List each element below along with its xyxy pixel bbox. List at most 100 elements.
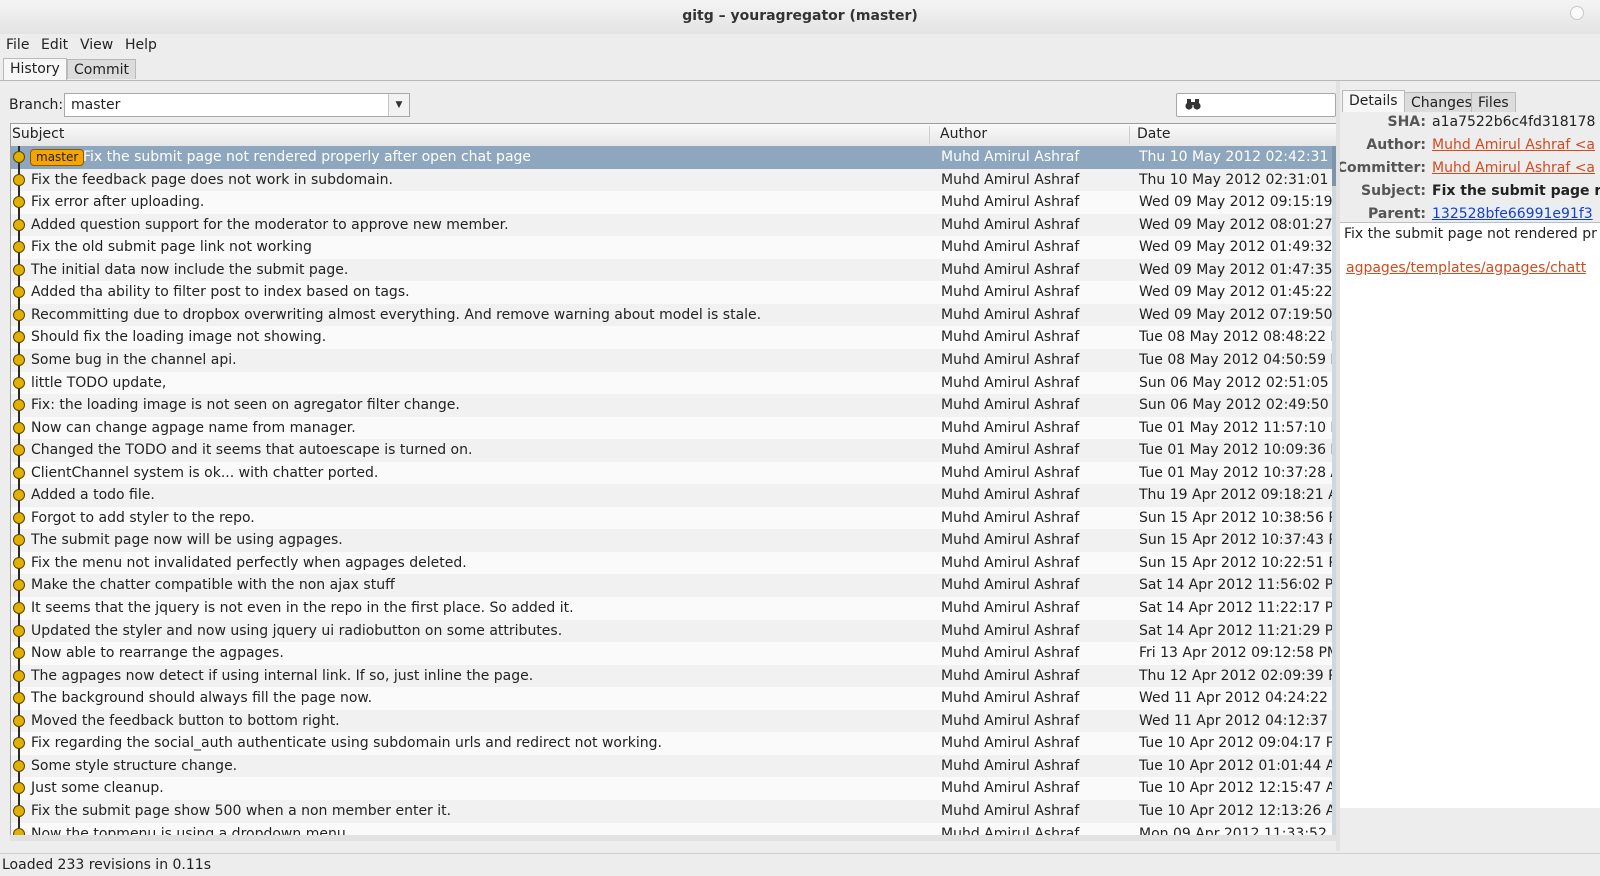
commit-subject: Added a todo file. bbox=[31, 487, 155, 504]
author-link[interactable]: Muhd Amirul Ashraf <a bbox=[1432, 137, 1595, 153]
commit-date: Tue 01 May 2012 10:09:36 PM bbox=[1139, 442, 1337, 459]
table-row[interactable]: The background should always fill the pa… bbox=[11, 687, 1337, 711]
menu-help[interactable]: Help bbox=[125, 37, 157, 53]
menu-edit[interactable]: Edit bbox=[41, 37, 68, 53]
commit-dot-icon bbox=[13, 669, 25, 682]
column-divider[interactable] bbox=[1129, 126, 1130, 144]
subject-label: Subject: bbox=[1361, 183, 1426, 199]
table-row[interactable]: Some bug in the channel api. Muhd Amirul … bbox=[11, 348, 1337, 372]
commit-dot-icon bbox=[13, 444, 25, 457]
commit-subject: Fix the menu not invalidated perfectly w… bbox=[31, 554, 467, 571]
window-close-button[interactable] bbox=[1570, 6, 1584, 20]
commit-date: Wed 09 May 2012 01:49:32 PM bbox=[1139, 239, 1337, 256]
table-row[interactable]: Some style structure change. Muhd Amirul … bbox=[11, 754, 1337, 778]
commit-date: Tue 10 Apr 2012 09:04:17 PM bbox=[1139, 735, 1337, 752]
commit-author: Muhd Amirul Ashraf bbox=[941, 802, 1080, 819]
table-row[interactable]: Now can change agpage name from manager.… bbox=[11, 416, 1337, 440]
commit-author: Muhd Amirul Ashraf bbox=[941, 667, 1080, 684]
commit-subject: Fix the submit page not rendered properl… bbox=[83, 149, 532, 165]
committer-link[interactable]: Muhd Amirul Ashraf <a bbox=[1432, 160, 1595, 176]
commit-author: Muhd Amirul Ashraf bbox=[941, 442, 1080, 459]
table-row[interactable]: Changed the TODO and it seems that autoe… bbox=[11, 439, 1337, 463]
commit-author: Muhd Amirul Ashraf bbox=[941, 600, 1080, 616]
column-header-author[interactable]: Author bbox=[940, 126, 987, 142]
column-header-subject[interactable]: Subject bbox=[12, 126, 64, 142]
commit-dot-icon bbox=[13, 624, 25, 637]
commit-subject: Fix the submit page show 500 when a non … bbox=[31, 802, 452, 819]
table-row[interactable]: Just some cleanup. Muhd Amirul Ashraf Tue … bbox=[11, 777, 1337, 801]
commit-dot-icon bbox=[13, 241, 25, 254]
table-row[interactable]: Fix error after uploading. Muhd Amirul As… bbox=[11, 191, 1337, 215]
menu-file[interactable]: File bbox=[6, 37, 29, 53]
table-row[interactable]: Added question support for the moderator… bbox=[11, 213, 1337, 237]
menu-view[interactable]: View bbox=[80, 37, 113, 53]
commit-subject: Fix: the loading image is not seen on ag… bbox=[31, 397, 460, 414]
subject-row: Subject: Fix the submit page r bbox=[1340, 181, 1600, 203]
table-row[interactable]: Added a todo file. Muhd Amirul Ashraf Thu … bbox=[11, 484, 1337, 508]
commit-author: Muhd Amirul Ashraf bbox=[941, 374, 1080, 391]
table-row[interactable]: master Fix the submit page not rendered p… bbox=[11, 146, 1337, 169]
table-row[interactable]: Forgot to add styler to the repo. Muhd Am… bbox=[11, 506, 1337, 530]
commit-subject: Recommitting due to dropbox overwriting … bbox=[31, 306, 762, 323]
tab-files[interactable]: Files bbox=[1471, 92, 1516, 113]
commit-dot-icon bbox=[13, 782, 25, 795]
commit-date: Sun 15 Apr 2012 10:22:51 PM bbox=[1139, 554, 1337, 571]
commit-date: Sun 06 May 2012 02:49:50 AM bbox=[1139, 397, 1337, 414]
table-row[interactable]: Fix the old submit page link not working… bbox=[11, 236, 1337, 260]
commit-dot-icon bbox=[13, 331, 25, 344]
table-row[interactable]: Make the chatter compatible with the non… bbox=[11, 574, 1337, 598]
table-row[interactable]: Recommitting due to dropbox overwriting … bbox=[11, 303, 1337, 327]
changed-file-link[interactable]: agpages/templates/agpages/chatt bbox=[1346, 260, 1586, 276]
commit-author: Muhd Amirul Ashraf bbox=[941, 622, 1080, 639]
column-divider[interactable] bbox=[929, 126, 930, 144]
table-row[interactable]: Fix the feedback page does not work in s… bbox=[11, 168, 1337, 192]
commit-date: Thu 19 Apr 2012 09:18:21 AM bbox=[1139, 487, 1337, 504]
tab-history[interactable]: History bbox=[3, 58, 67, 80]
table-row[interactable]: little TODO update, Muhd Amirul Ashraf Sun… bbox=[11, 371, 1337, 395]
table-row[interactable]: Fix the submit page show 500 when a non … bbox=[11, 799, 1337, 823]
table-row[interactable]: Fix: the loading image is not seen on ag… bbox=[11, 394, 1337, 418]
table-row[interactable]: Now able to rearrange the agpages. Muhd A… bbox=[11, 642, 1337, 666]
commit-author: Muhd Amirul Ashraf bbox=[941, 532, 1080, 549]
tab-commit[interactable]: Commit bbox=[67, 59, 136, 79]
table-row[interactable]: Updated the styler and now using jquery … bbox=[11, 619, 1337, 643]
table-row[interactable]: Now the topmenu is using a dropdown menu… bbox=[11, 822, 1337, 836]
table-row[interactable]: Fix regarding the social_auth authentica… bbox=[11, 732, 1337, 756]
table-row[interactable]: Moved the feedback button to bottom righ… bbox=[11, 709, 1337, 733]
commit-subject: Make the chatter compatible with the non… bbox=[31, 577, 395, 594]
table-row[interactable]: The initial data now include the submit … bbox=[11, 258, 1337, 282]
table-row[interactable]: Added tha ability to filter post to inde… bbox=[11, 281, 1337, 305]
horizontal-scrollbar[interactable] bbox=[10, 835, 1336, 841]
commit-subject: ClientChannel system is ok... with chatt… bbox=[31, 464, 379, 481]
table-row[interactable]: Should fix the loading image not showing… bbox=[11, 326, 1337, 350]
table-row[interactable]: ClientChannel system is ok... with chatt… bbox=[11, 461, 1337, 485]
branch-select[interactable]: master ▼ bbox=[64, 93, 410, 117]
commit-date: Sat 14 Apr 2012 11:56:02 PM bbox=[1139, 577, 1337, 594]
commit-dot-icon bbox=[13, 151, 25, 163]
table-row[interactable]: The agpages now detect if using internal… bbox=[11, 664, 1337, 688]
tab-changes[interactable]: Changes bbox=[1404, 92, 1479, 113]
table-row[interactable]: It seems that the jquery is not even in … bbox=[11, 597, 1337, 620]
search-input[interactable] bbox=[1176, 93, 1336, 117]
commit-subject: little TODO update, bbox=[31, 374, 167, 391]
commit-dot-icon bbox=[13, 737, 25, 750]
table-row[interactable]: The submit page now will be using agpage… bbox=[11, 529, 1337, 553]
column-header-date[interactable]: Date bbox=[1137, 126, 1170, 142]
commit-dot-icon bbox=[13, 421, 25, 434]
commit-subject: Fix the old submit page link not working bbox=[31, 239, 312, 256]
commit-author: Muhd Amirul Ashraf bbox=[941, 712, 1080, 729]
commit-subject: The agpages now detect if using internal… bbox=[31, 667, 534, 684]
commit-author: Muhd Amirul Ashraf bbox=[941, 757, 1080, 774]
commit-author: Muhd Amirul Ashraf bbox=[941, 690, 1080, 707]
chevron-down-icon[interactable]: ▼ bbox=[388, 94, 409, 116]
tab-details[interactable]: Details bbox=[1342, 90, 1405, 113]
commit-dot-icon bbox=[13, 173, 25, 186]
commit-author: Muhd Amirul Ashraf bbox=[941, 329, 1080, 346]
table-body: master Fix the submit page not rendered p… bbox=[11, 146, 1337, 836]
table-row[interactable]: Fix the menu not invalidated perfectly w… bbox=[11, 551, 1337, 575]
parent-link[interactable]: 132528bfe66991e91f3 bbox=[1432, 206, 1593, 222]
commit-message-area: Fix the submit page not rendered pr agpa… bbox=[1340, 222, 1600, 808]
commit-author: Muhd Amirul Ashraf bbox=[941, 351, 1080, 368]
branch-value: master bbox=[71, 97, 121, 113]
commit-author: Muhd Amirul Ashraf bbox=[941, 171, 1080, 188]
